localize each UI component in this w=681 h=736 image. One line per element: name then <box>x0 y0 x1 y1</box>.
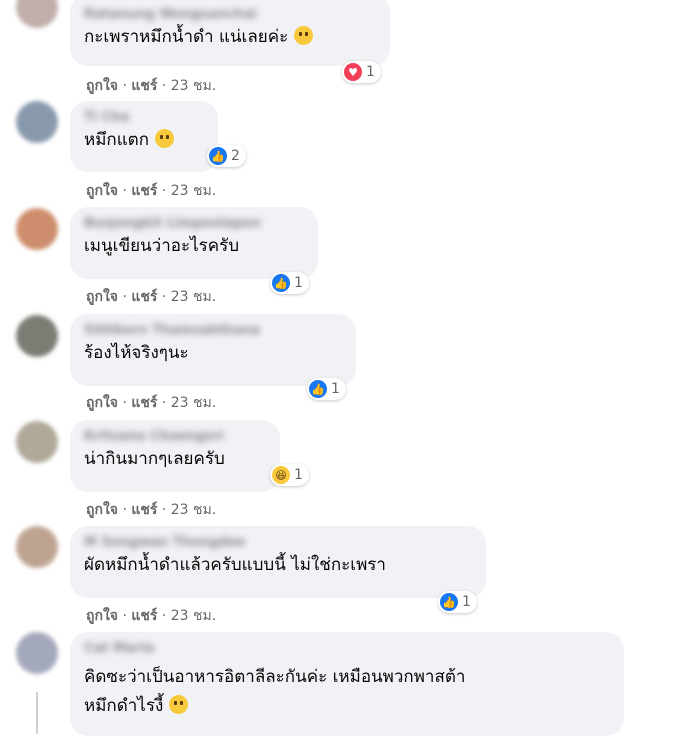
reaction-count: 1 <box>462 594 471 610</box>
comment-text: เมนูเขียนว่าอะไรครับ <box>84 236 240 256</box>
share-action[interactable]: แชร์ <box>131 608 157 624</box>
comment-text: น่ากินมากๆเลยครับ <box>84 449 225 469</box>
comment-author[interactable]: Cat Maria <box>84 640 612 658</box>
avatar[interactable] <box>16 101 58 143</box>
comment-actions: ถูกใจ · แชร์ · 23 ชม. <box>86 608 217 624</box>
thumbs-up-icon: 👍 <box>272 274 290 292</box>
reaction-summary[interactable]: 👍 1 <box>438 591 477 613</box>
like-action[interactable]: ถูกใจ <box>86 78 118 94</box>
share-action[interactable]: แชร์ <box>131 502 157 518</box>
comment-author[interactable]: Kritsana Chaengsri <box>84 428 268 446</box>
reaction-summary[interactable]: 👍 1 <box>307 378 346 400</box>
reaction-summary[interactable]: 👍 2 <box>207 145 246 167</box>
reaction-count: 1 <box>294 467 303 483</box>
comment-actions: ถูกใจ · แชร์ · 23 ชม. <box>86 289 217 305</box>
comment-text: กะเพราหมึกน้ำดำ แน่เลยค่ะ <box>84 27 289 47</box>
avatar[interactable] <box>16 0 58 28</box>
avatar[interactable] <box>16 208 58 250</box>
comment-bubble: Cat Maria คิดซะว่าเป็นอาหารอิตาลีละกันค่… <box>70 632 624 736</box>
reaction-summary[interactable]: ♥ 1 <box>342 61 381 83</box>
share-action[interactable]: แชร์ <box>131 183 157 199</box>
like-action[interactable]: ถูกใจ <box>86 289 118 305</box>
comment-actions: ถูกใจ · แชร์ · 23 ชม. <box>86 183 217 199</box>
tongue-face-emoji-icon <box>169 695 189 714</box>
pleading-face-emoji-icon <box>155 129 174 148</box>
thumbs-up-icon: 👍 <box>309 380 327 398</box>
reaction-count: 1 <box>366 64 375 80</box>
reaction-count: 1 <box>331 381 340 397</box>
heart-icon: ♥ <box>344 63 362 81</box>
timestamp[interactable]: 23 ชม. <box>171 289 216 305</box>
reaction-summary[interactable]: 👍 1 <box>270 272 309 294</box>
timestamp[interactable]: 23 ชม. <box>171 502 216 518</box>
comment-author[interactable]: Ratanung Wongsanchai <box>84 6 378 24</box>
comment-author[interactable]: Busjongkit Limpoolapon <box>84 215 306 233</box>
comment-text: คิดซะว่าเป็นอาหารอิตาลีละกันค่ะ เหมือนพว… <box>84 667 466 687</box>
reaction-count: 2 <box>231 148 240 164</box>
avatar[interactable] <box>16 526 58 568</box>
comment-author[interactable]: Sittikorn Thamsakthana <box>84 322 344 340</box>
timestamp[interactable]: 23 ชม. <box>171 78 216 94</box>
share-action[interactable]: แชร์ <box>131 289 157 305</box>
comment-bubble: Ratanung Wongsanchai กะเพราหมึกน้ำดำ แน่… <box>70 0 390 66</box>
comment-actions: ถูกใจ · แชร์ · 23 ชม. <box>86 502 217 518</box>
share-action[interactable]: แชร์ <box>131 78 157 94</box>
reaction-count: 1 <box>294 275 303 291</box>
like-action[interactable]: ถูกใจ <box>86 608 118 624</box>
avatar[interactable] <box>16 632 58 674</box>
comment-bubble: Busjongkit Limpoolapon เมนูเขียนว่าอะไรค… <box>70 207 318 279</box>
avatar[interactable] <box>16 315 58 357</box>
like-action[interactable]: ถูกใจ <box>86 502 118 518</box>
comment-text-line2: หมึกดำไรงี้ <box>84 696 164 716</box>
comment-text: ร้องไห้จริงๆนะ <box>84 343 189 363</box>
timestamp[interactable]: 23 ชม. <box>171 183 216 199</box>
comment-actions: ถูกใจ · แชร์ · 23 ชม. <box>86 78 217 94</box>
comment-text: หมึกแตก <box>84 130 149 150</box>
comment-bubble: M Songwan Thongdee ผัดหมึกน้ำดำแล้วครับแ… <box>70 526 486 598</box>
comment-bubble: Kritsana Chaengsri น่ากินมากๆเลยครับ <box>70 420 280 492</box>
comment-bubble: Ti Cha หมึกแตก <box>70 101 218 172</box>
timestamp[interactable]: 23 ชม. <box>171 395 216 411</box>
reaction-summary[interactable]: 😆 1 <box>270 464 309 486</box>
avatar[interactable] <box>16 421 58 463</box>
comment-actions: ถูกใจ · แชร์ · 23 ชม. <box>86 395 217 411</box>
like-action[interactable]: ถูกใจ <box>86 395 118 411</box>
timestamp[interactable]: 23 ชม. <box>171 608 216 624</box>
thumbs-up-icon: 👍 <box>440 593 458 611</box>
sweat-smile-emoji-icon <box>294 26 314 45</box>
comment-text: ผัดหมึกน้ำดำแล้วครับแบบนี้ ไม่ใช่กะเพรา <box>84 555 386 575</box>
thumbs-up-icon: 👍 <box>209 147 227 165</box>
laughing-face-icon: 😆 <box>272 466 290 484</box>
like-action[interactable]: ถูกใจ <box>86 183 118 199</box>
reply-thread-line <box>36 692 38 734</box>
comment-author[interactable]: M Songwan Thongdee <box>84 534 474 552</box>
comment-author[interactable]: Ti Cha <box>84 109 206 127</box>
share-action[interactable]: แชร์ <box>131 395 157 411</box>
comment-bubble: Sittikorn Thamsakthana ร้องไห้จริงๆนะ <box>70 314 356 386</box>
